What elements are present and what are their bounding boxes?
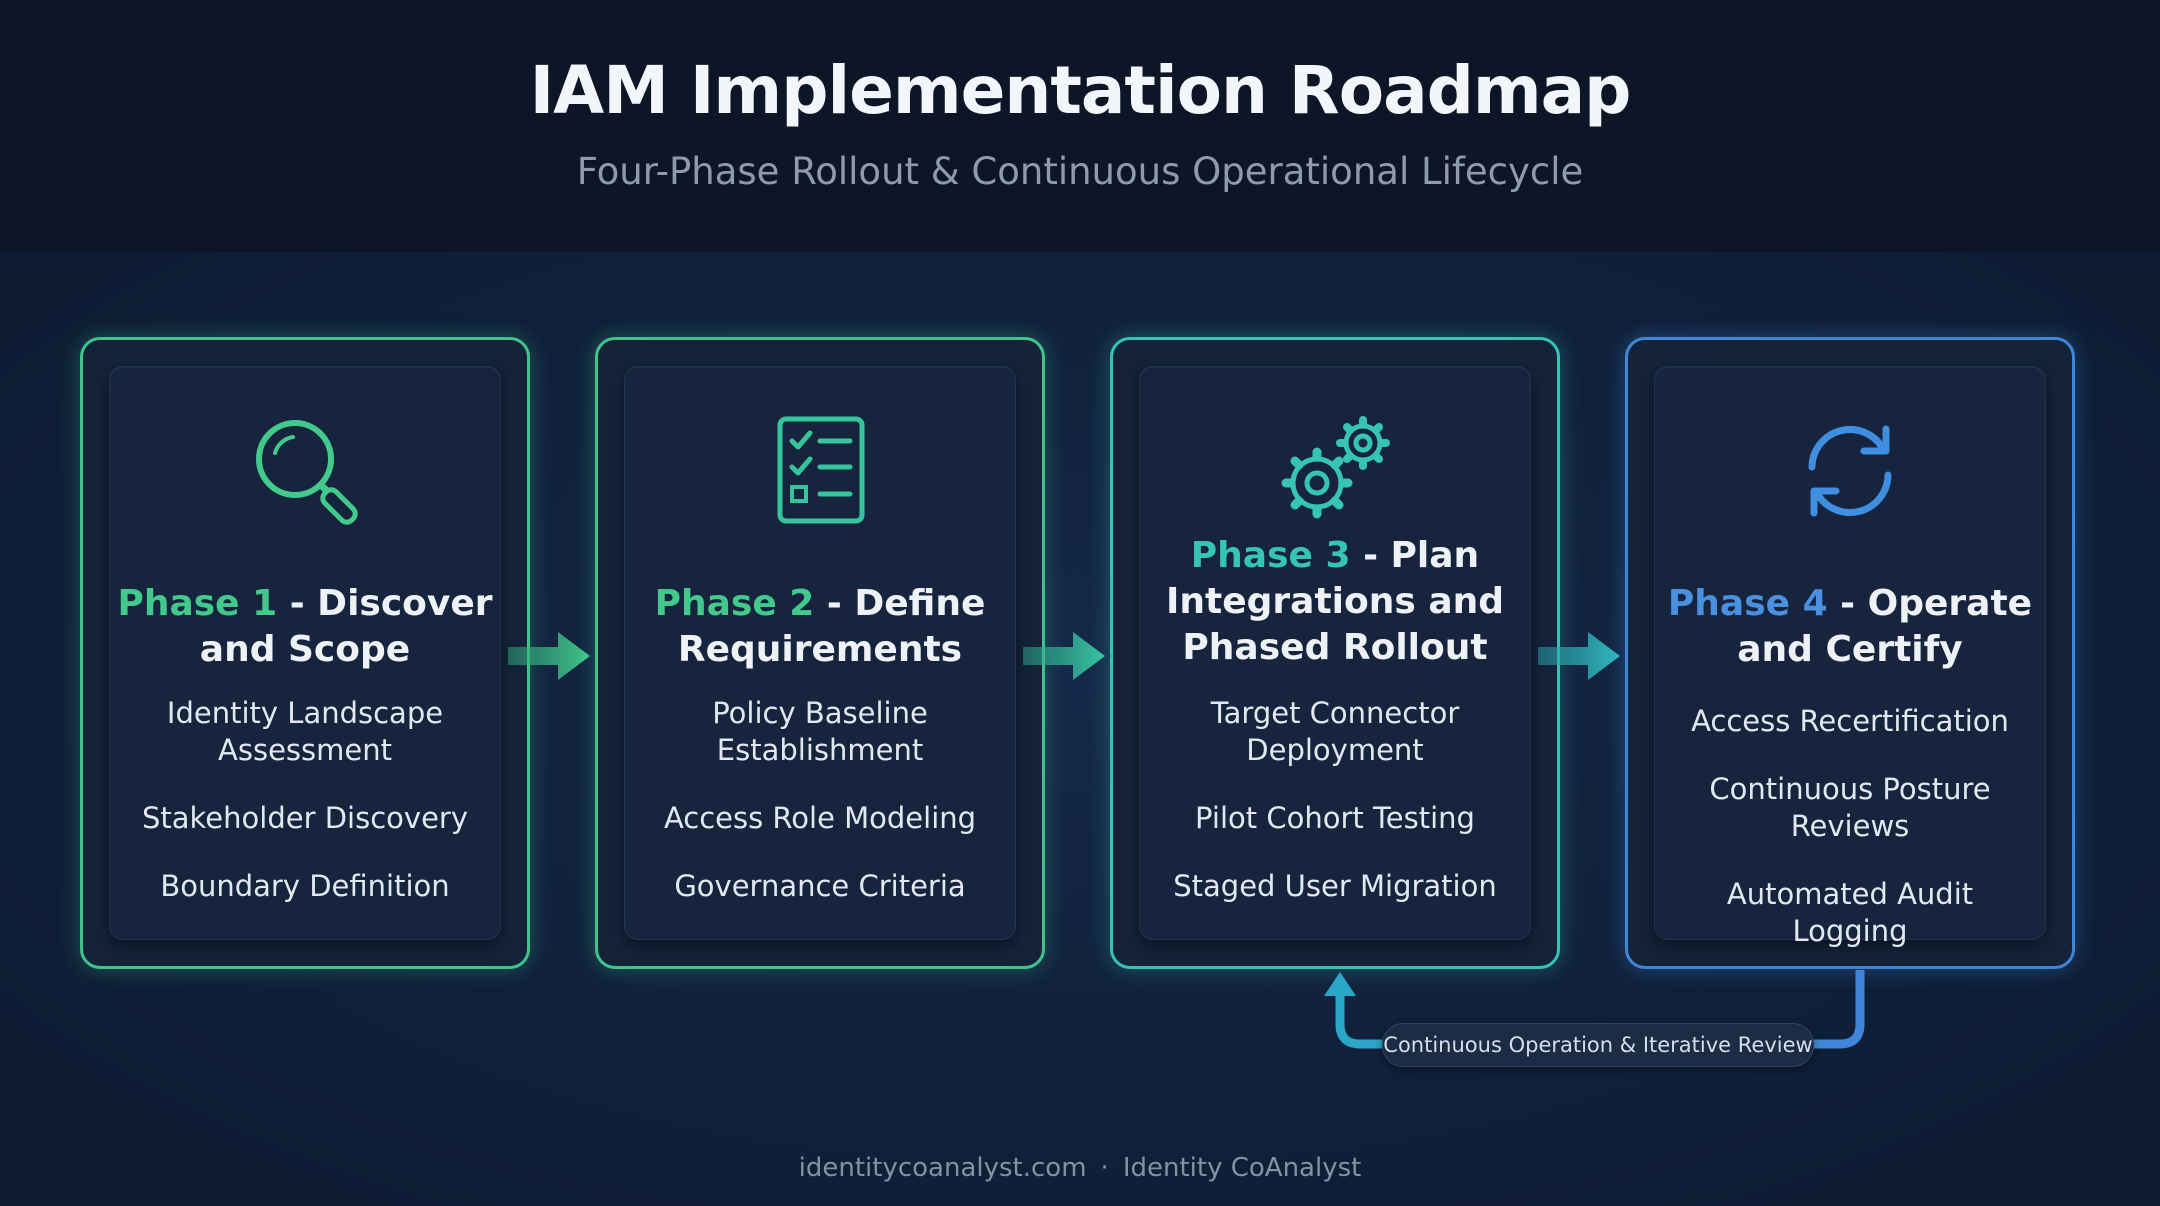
page-title: IAM Implementation Roadmap xyxy=(529,52,1632,129)
gears-icon xyxy=(1281,416,1390,519)
phase-1-number: Phase 1 xyxy=(117,583,278,624)
magnifier-icon xyxy=(256,420,358,525)
phase-1-panel: Phase 1 - Discover and Scope Identity La… xyxy=(109,366,501,940)
phase-4-panel: Phase 4 - Operate and Certify Access Rec… xyxy=(1654,366,2046,948)
list-item: Access Recertification xyxy=(1691,704,2009,738)
phase-2-card: Phase 2 - Define Requirements Policy Bas… xyxy=(595,337,1045,969)
phase-1-title: Phase 1 - Discover and Scope xyxy=(110,581,500,673)
footer-brand: Identity CoAnalyst xyxy=(1122,1153,1362,1183)
list-item: Boundary Definition xyxy=(160,869,450,903)
header: IAM Implementation Roadmap Four-Phase Ro… xyxy=(0,0,2160,252)
phase-3-panel: Phase 3 - Plan Integrations and Phased R… xyxy=(1139,366,1531,940)
list-item: Continuous Posture Reviews xyxy=(1709,772,1991,843)
arrow-right-icon xyxy=(1538,632,1620,680)
phase-4-card: Phase 4 - Operate and Certify Access Rec… xyxy=(1625,337,2075,969)
phase-3-title: Phase 3 - Plan Integrations and Phased R… xyxy=(1140,533,1530,671)
footer-site-link[interactable]: identitycoanalyst.com xyxy=(799,1153,1087,1183)
checklist-icon xyxy=(777,416,865,524)
list-item: Target Connector Deployment xyxy=(1210,696,1460,767)
list-item: Governance Criteria xyxy=(674,869,966,903)
phase-1-card: Phase 1 - Discover and Scope Identity La… xyxy=(80,337,530,969)
phase-2-title: Phase 2 - Define Requirements xyxy=(625,581,1015,673)
arrow-right-icon xyxy=(1023,632,1105,680)
phase-2-items: Policy Baseline Establishment Access Rol… xyxy=(635,695,1005,936)
list-item: Access Role Modeling xyxy=(663,801,977,835)
list-item: Identity Landscape Assessment xyxy=(166,696,444,767)
refresh-cycle-icon xyxy=(1808,425,1892,517)
list-item: Automated Audit Logging xyxy=(1726,877,1974,948)
phase-4-items: Access Recertification Continuous Postur… xyxy=(1665,703,2035,981)
phase-2-number: Phase 2 xyxy=(654,583,815,624)
phase-3-card: Phase 3 - Plan Integrations and Phased R… xyxy=(1110,337,1560,969)
list-item: Stakeholder Discovery xyxy=(142,801,468,835)
footer: identitycoanalyst.com · Identity CoAnalyst xyxy=(0,1153,2160,1183)
phase-2-panel: Phase 2 - Define Requirements Policy Bas… xyxy=(624,366,1016,940)
phase-3-items: Target Connector Deployment Pilot Cohort… xyxy=(1150,695,1520,936)
list-item: Policy Baseline Establishment xyxy=(712,696,928,767)
arrow-right-icon xyxy=(508,632,590,680)
phase-1-items: Identity Landscape Assessment Stakeholde… xyxy=(120,695,490,936)
page-subtitle: Four-Phase Rollout & Continuous Operatio… xyxy=(576,150,1584,193)
loop-label: Continuous Operation & Iterative Review xyxy=(1382,1023,1814,1067)
phase-4-number: Phase 4 xyxy=(1667,583,1828,624)
phase-3-number: Phase 3 xyxy=(1190,535,1351,576)
list-item: Pilot Cohort Testing xyxy=(1195,801,1475,835)
footer-separator: · xyxy=(1100,1153,1109,1183)
phase-4-title: Phase 4 - Operate and Certify xyxy=(1655,581,2045,673)
list-item: Staged User Migration xyxy=(1173,869,1497,903)
